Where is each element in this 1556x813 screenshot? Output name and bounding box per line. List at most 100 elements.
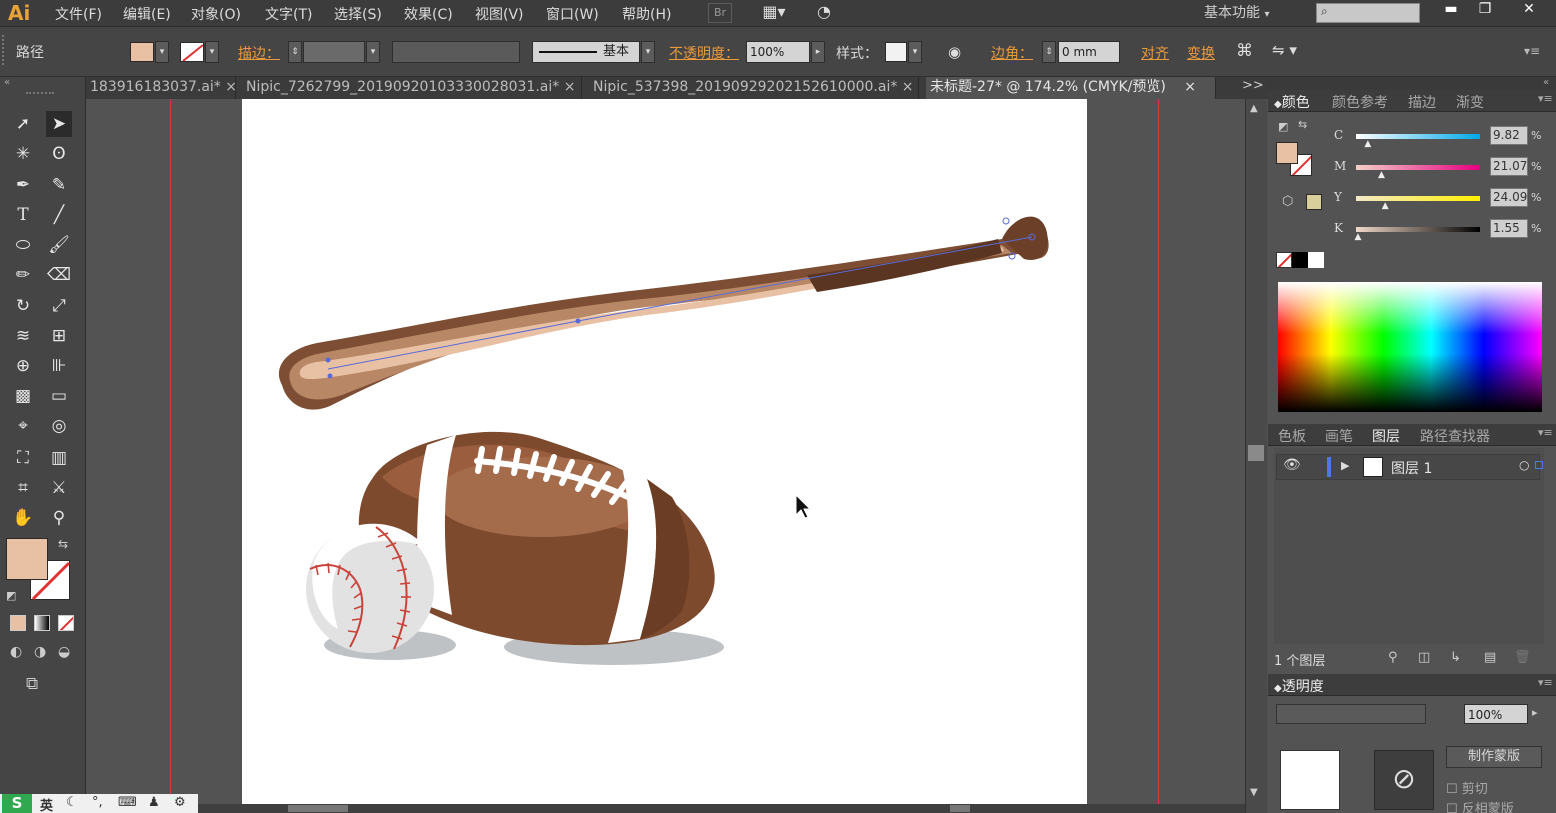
arrange-documents-icon[interactable]: ▦▾ — [756, 3, 792, 23]
swap-colors-icon[interactable]: ⇆ — [58, 537, 68, 551]
recolor-artwork-icon[interactable]: ◉ — [948, 43, 968, 61]
tab-document-3[interactable]: Nipic_537398_20190929202152610000.ai* × — [589, 77, 919, 99]
menu-select[interactable]: 选择(S) — [334, 4, 382, 24]
shape-builder-tool-icon[interactable]: ⊕ — [10, 353, 36, 379]
tab-gradient[interactable]: 渐变 — [1456, 92, 1484, 112]
channel-value-k[interactable]: 1.55 — [1490, 219, 1528, 238]
close-tab-icon[interactable]: × — [1184, 79, 1196, 95]
tab-transparency[interactable]: ◆透明度 — [1274, 676, 1324, 696]
make-mask-button[interactable]: 制作蒙版 — [1446, 746, 1542, 768]
line-tool-icon[interactable]: ╱ — [46, 202, 72, 228]
column-graph-tool-icon[interactable]: ▥ — [46, 445, 72, 471]
expand-layer-icon[interactable]: ▶ — [1341, 459, 1349, 472]
arrange-icon[interactable]: ⇋ ▾ — [1272, 41, 1297, 59]
layer-target-icon[interactable]: ○ — [1519, 458, 1529, 472]
menu-type[interactable]: 文字(T) — [265, 4, 312, 24]
workspace-switcher[interactable]: 基本功能 ▾ — [1204, 2, 1269, 22]
menu-view[interactable]: 视图(V) — [475, 4, 524, 24]
color-panel-menu-icon[interactable]: ▾≡ — [1538, 92, 1553, 105]
blend-mode-dropdown[interactable] — [1276, 704, 1426, 724]
layer-name[interactable]: 图层 1 — [1391, 458, 1432, 478]
delete-layer-icon[interactable]: 🗑 — [1514, 650, 1531, 665]
align-link[interactable]: 对齐 — [1141, 43, 1169, 63]
draw-inside-icon[interactable]: ◒ — [58, 644, 70, 660]
corner-radius-field[interactable]: 0 mm — [1058, 41, 1120, 63]
none-swatch[interactable] — [1276, 252, 1292, 268]
bridge-button[interactable]: Br — [708, 3, 732, 23]
gradient-mode-icon[interactable] — [34, 615, 50, 631]
invert-mask-checkbox[interactable]: ☐ 反相蒙版 — [1446, 798, 1514, 813]
channel-value-c[interactable]: 9.82 — [1490, 126, 1528, 145]
menu-help[interactable]: 帮助(H) — [622, 4, 671, 24]
opacity-field[interactable]: 100% — [746, 41, 810, 63]
graphic-style-dropdown[interactable]: ▾ — [908, 41, 922, 63]
close-window-button[interactable]: ✕ — [1514, 0, 1544, 22]
opacity-label[interactable]: 不透明度： — [669, 43, 739, 63]
vertical-scrollbar[interactable]: ▲ ▼ — [1245, 99, 1267, 813]
tab-swatches[interactable]: 色板 — [1278, 426, 1306, 446]
symbol-sprayer-tool-icon[interactable]: ⛶ — [10, 445, 36, 471]
tab-overflow-button[interactable]: >> — [1242, 78, 1264, 93]
ime-keyboard-icon[interactable]: ⌨ — [118, 795, 137, 810]
scroll-down-icon[interactable]: ▼ — [1250, 787, 1258, 798]
warp-tool-icon[interactable]: ≋ — [10, 323, 36, 349]
eraser-tool-icon[interactable]: ⌫ — [46, 262, 72, 288]
horizontal-scrollbar[interactable] — [198, 804, 1245, 813]
hand-tool-icon[interactable]: ✋ — [10, 505, 36, 531]
new-layer-icon[interactable]: ▤ — [1484, 650, 1496, 665]
stroke-dropdown[interactable]: ▾ — [205, 41, 219, 63]
in-gamut-color-swatch[interactable] — [1306, 194, 1322, 210]
tab-stroke[interactable]: 描边 — [1408, 92, 1436, 112]
rotate-tool-icon[interactable]: ↻ — [10, 293, 36, 319]
help-search-input[interactable]: ⌕ — [1316, 3, 1420, 23]
pen-tool-icon[interactable]: ✒ — [10, 172, 36, 198]
menu-object[interactable]: 对象(O) — [191, 4, 241, 24]
fill-dropdown[interactable]: ▾ — [155, 41, 169, 63]
swap-fill-stroke-icon[interactable]: ⇆ — [1298, 118, 1307, 131]
stroke-weight-stepper[interactable]: ⇕ — [288, 41, 302, 63]
slider-thumb-icon[interactable]: ▲ — [1354, 232, 1361, 242]
tab-brushes[interactable]: 画笔 — [1325, 426, 1353, 446]
clip-checkbox[interactable]: ☐ 剪切 — [1446, 778, 1488, 797]
stroke-weight-field[interactable] — [303, 41, 365, 63]
channel-slider-y[interactable] — [1356, 196, 1480, 201]
menu-effect[interactable]: 效果(C) — [404, 4, 453, 24]
default-colors-icon[interactable]: ◩ — [6, 589, 16, 602]
stroke-weight-dropdown[interactable]: ▾ — [366, 41, 380, 63]
transparency-opacity-field[interactable]: 100% — [1464, 704, 1528, 724]
minimize-button[interactable]: ▬ — [1436, 0, 1466, 22]
layer-selection-indicator[interactable] — [1535, 461, 1543, 469]
black-swatch[interactable] — [1292, 252, 1308, 268]
variable-width-profile[interactable] — [392, 41, 520, 63]
channel-slider-m[interactable] — [1356, 165, 1480, 170]
stroke-label[interactable]: 描边： — [238, 43, 280, 63]
draw-behind-icon[interactable]: ◑ — [34, 644, 46, 660]
dock-expand-icon[interactable]: « — [1543, 77, 1549, 88]
brush-dropdown[interactable]: ▾ — [641, 41, 655, 63]
free-transform-tool-icon[interactable]: ⊞ — [46, 323, 72, 349]
curvature-tool-icon[interactable]: ✎ — [46, 172, 72, 198]
tab-color-guide[interactable]: 颜色参考 — [1332, 92, 1388, 112]
default-fill-stroke-icon[interactable]: ◩ — [1278, 120, 1288, 133]
stroke-swatch[interactable] — [180, 42, 204, 62]
transparency-opacity-arrow[interactable]: ▸ — [1532, 706, 1538, 719]
brush-definition[interactable]: 基本 — [532, 41, 640, 63]
direct-selection-tool-icon[interactable]: ➤ — [46, 111, 72, 137]
gpu-performance-icon[interactable]: ◔ — [810, 3, 838, 23]
gradient-tool-icon[interactable]: ▭ — [46, 383, 72, 409]
h-scroll-thumb-2[interactable] — [950, 805, 970, 812]
h-scroll-thumb[interactable] — [288, 805, 348, 812]
tab-document-2[interactable]: Nipic_7262799_20190920103330028031.ai* × — [242, 77, 582, 99]
locate-object-icon[interactable]: ⚲ — [1388, 650, 1398, 665]
draw-normal-icon[interactable]: ◐ — [10, 644, 22, 660]
panel-fill-swatch[interactable] — [1276, 142, 1298, 164]
zoom-tool-icon[interactable]: ⚲ — [46, 505, 72, 531]
grip-handle[interactable] — [2, 35, 8, 65]
close-tab-icon[interactable]: × — [564, 79, 576, 95]
close-tab-icon[interactable]: × — [225, 79, 237, 95]
lasso-tool-icon[interactable]: ʘ — [46, 141, 72, 167]
channel-slider-c[interactable] — [1356, 134, 1480, 139]
blend-tool-icon[interactable]: ◎ — [46, 413, 72, 439]
menu-window[interactable]: 窗口(W) — [546, 4, 599, 24]
ellipse-tool-icon[interactable]: ⬭ — [10, 232, 36, 258]
